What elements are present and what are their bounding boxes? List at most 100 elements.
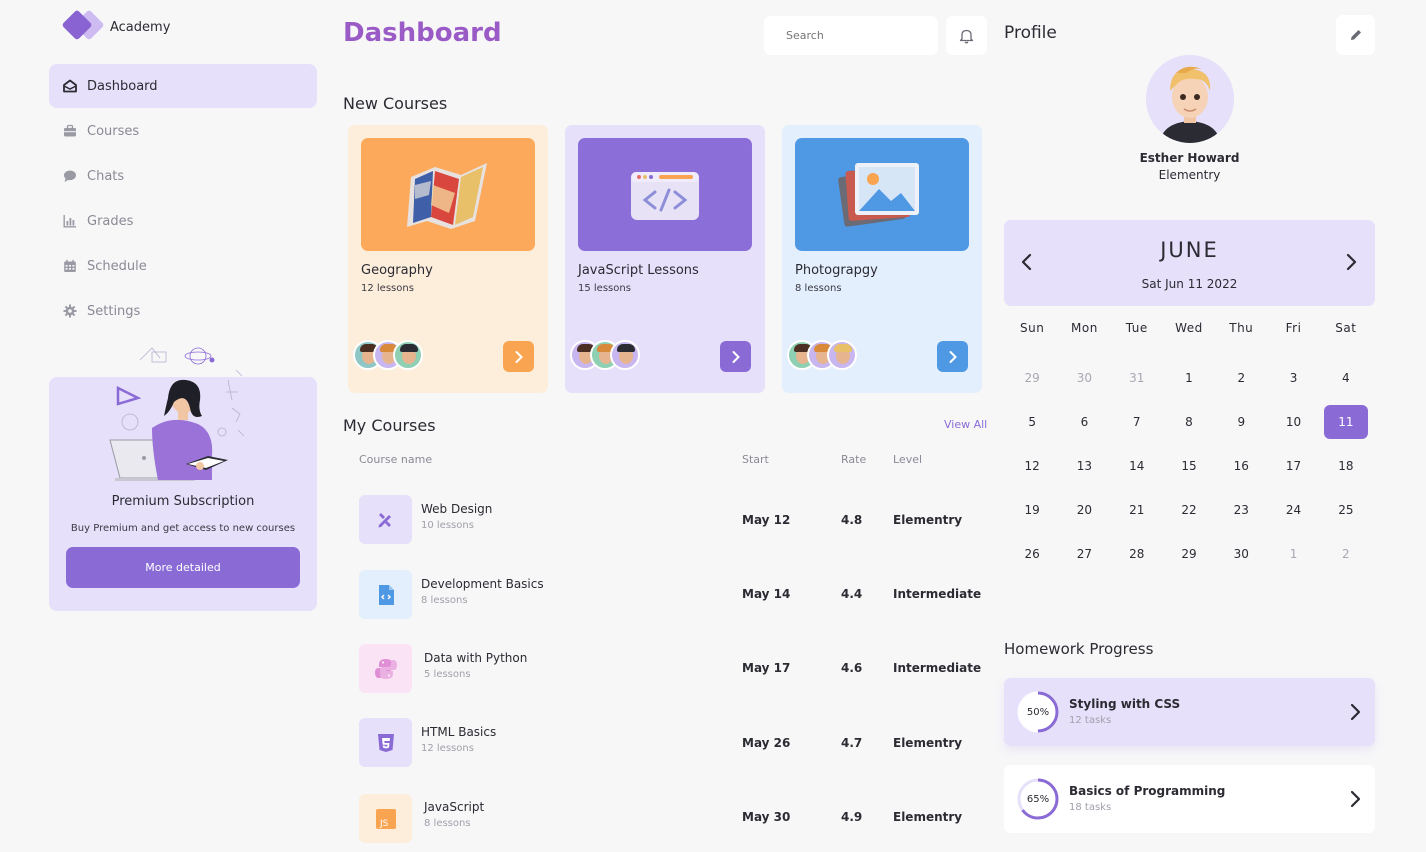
- calendar-day[interactable]: 28: [1111, 547, 1163, 561]
- chevron-left-icon[interactable]: [1018, 252, 1036, 272]
- calendar-day[interactable]: 2: [1320, 547, 1372, 561]
- calendar-day[interactable]: 25: [1320, 503, 1372, 517]
- course-lessons: 12 lessons: [421, 743, 474, 754]
- calendar-day[interactable]: 29: [1163, 547, 1215, 561]
- calendar-day[interactable]: 23: [1215, 503, 1267, 517]
- calendar-month: JUNE: [1160, 238, 1219, 262]
- course-name: Web Design: [421, 502, 493, 516]
- student-avatars: [787, 340, 857, 372]
- calendar-day[interactable]: 4: [1320, 371, 1372, 385]
- column-header-level[interactable]: Level: [893, 453, 922, 466]
- calendar-day[interactable]: 20: [1058, 503, 1110, 517]
- calendar-day[interactable]: 12: [1006, 459, 1058, 473]
- bar-chart-icon: [63, 214, 77, 228]
- course-name: Development Basics: [421, 577, 544, 591]
- avatar: [393, 340, 423, 370]
- app-logo[interactable]: Academy: [60, 9, 260, 44]
- course-thumbnail: [795, 138, 969, 251]
- sidebar-item-settings[interactable]: Settings: [49, 289, 317, 333]
- calendar-day[interactable]: 30: [1215, 547, 1267, 561]
- table-row[interactable]: Web Design 10 lessons May 12 4.8 Element…: [359, 495, 987, 545]
- sidebar-item-grades[interactable]: Grades: [49, 199, 317, 243]
- sidebar-item-schedule[interactable]: Schedule: [49, 244, 317, 288]
- svg-text:JS: JS: [379, 819, 389, 829]
- column-header-rate[interactable]: Rate: [841, 453, 866, 466]
- calendar-day[interactable]: 5: [1006, 415, 1058, 429]
- logo-icon: [60, 9, 108, 44]
- page-title: Dashboard: [343, 18, 502, 48]
- selected-day[interactable]: 11: [1323, 405, 1368, 439]
- course-card-javascript-lessons[interactable]: JavaScript Lessons 15 lessons: [565, 125, 765, 393]
- course-level: Elementry: [893, 736, 963, 750]
- course-rate: 4.8: [841, 513, 863, 527]
- notifications-button[interactable]: [946, 16, 987, 55]
- calendar-day-selected[interactable]: 11: [1320, 405, 1372, 439]
- chevron-right-icon[interactable]: [1348, 702, 1362, 722]
- sidebar-nav: Dashboard Courses Chats Grades Schedule …: [49, 64, 317, 334]
- calendar-day[interactable]: 31: [1111, 371, 1163, 385]
- calendar-day[interactable]: 29: [1006, 371, 1058, 385]
- avatar: [610, 340, 640, 370]
- calendar-day[interactable]: 2: [1215, 371, 1267, 385]
- calendar-day[interactable]: 16: [1215, 459, 1267, 473]
- open-course-button[interactable]: [503, 341, 534, 372]
- my-courses-title: My Courses: [343, 416, 436, 435]
- sidebar-item-courses[interactable]: Courses: [49, 109, 317, 153]
- premium-title: Premium Subscription: [111, 494, 255, 509]
- open-course-button[interactable]: [937, 341, 968, 372]
- calendar-day[interactable]: 14: [1111, 459, 1163, 473]
- calendar-day[interactable]: 27: [1058, 547, 1110, 561]
- open-course-button[interactable]: [720, 341, 751, 372]
- course-card-photography[interactable]: Photograpgy 8 lessons: [782, 125, 982, 393]
- table-row[interactable]: Development Basics 8 lessons May 14 4.4 …: [359, 570, 987, 620]
- table-row[interactable]: Data with Python 5 lessons May 17 4.6 In…: [359, 644, 987, 694]
- table-row[interactable]: HTML Basics 12 lessons May 26 4.7 Elemen…: [359, 718, 987, 768]
- calendar-day[interactable]: 6: [1058, 415, 1110, 429]
- map-icon: [407, 162, 487, 229]
- course-name: Geography: [361, 263, 433, 278]
- calendar-day[interactable]: 3: [1267, 371, 1319, 385]
- search-input[interactable]: [764, 16, 938, 55]
- app-name: Academy: [110, 19, 171, 35]
- sidebar-item-label: Courses: [87, 123, 140, 139]
- calendar-day[interactable]: 8: [1163, 415, 1215, 429]
- table-row[interactable]: JS JavaScript 8 lessons May 30 4.9 Eleme…: [359, 794, 987, 844]
- calendar-day[interactable]: 19: [1006, 503, 1058, 517]
- calendar-day[interactable]: 26: [1006, 547, 1058, 561]
- homework-item[interactable]: 65% Basics of Programming 18 tasks: [1004, 765, 1375, 833]
- course-thumbnail: [361, 138, 535, 251]
- chevron-right-icon: [515, 350, 523, 363]
- calendar-day[interactable]: 30: [1058, 371, 1110, 385]
- calendar-day[interactable]: 22: [1163, 503, 1215, 517]
- calendar-day[interactable]: 15: [1163, 459, 1215, 473]
- course-level: Elementry: [893, 513, 963, 527]
- calendar-day[interactable]: 24: [1267, 503, 1319, 517]
- calendar-day[interactable]: 9: [1215, 415, 1267, 429]
- new-courses-title: New Courses: [343, 94, 448, 113]
- more-detailed-button[interactable]: More detailed: [66, 547, 300, 588]
- avatar[interactable]: [1146, 55, 1234, 143]
- chevron-right-icon[interactable]: [1348, 789, 1362, 809]
- calendar-day[interactable]: 13: [1058, 459, 1110, 473]
- column-header-course-name[interactable]: Course name: [359, 453, 432, 466]
- calendar-day[interactable]: 21: [1111, 503, 1163, 517]
- course-icon: [359, 570, 412, 619]
- chevron-right-icon[interactable]: [1342, 252, 1360, 272]
- sidebar-item-chats[interactable]: Chats: [49, 154, 317, 198]
- calendar-day[interactable]: 10: [1267, 415, 1319, 429]
- homework-item[interactable]: 50% Styling with CSS 12 tasks: [1004, 678, 1375, 746]
- python-icon: [374, 658, 397, 679]
- course-level: Intermediate: [893, 661, 982, 675]
- calendar-day[interactable]: 18: [1320, 459, 1372, 473]
- edit-profile-button[interactable]: [1336, 15, 1375, 55]
- calendar-day[interactable]: 1: [1163, 371, 1215, 385]
- calendar-day[interactable]: 7: [1111, 415, 1163, 429]
- view-all-link[interactable]: View All: [944, 418, 987, 431]
- dashboard-icon: [63, 79, 77, 93]
- course-card-geography[interactable]: Geography 12 lessons: [348, 125, 548, 393]
- sidebar-item-dashboard[interactable]: Dashboard: [49, 64, 317, 108]
- column-header-start[interactable]: Start: [742, 453, 769, 466]
- course-rate: 4.9: [841, 810, 863, 824]
- calendar-day[interactable]: 1: [1267, 547, 1319, 561]
- calendar-day[interactable]: 17: [1267, 459, 1319, 473]
